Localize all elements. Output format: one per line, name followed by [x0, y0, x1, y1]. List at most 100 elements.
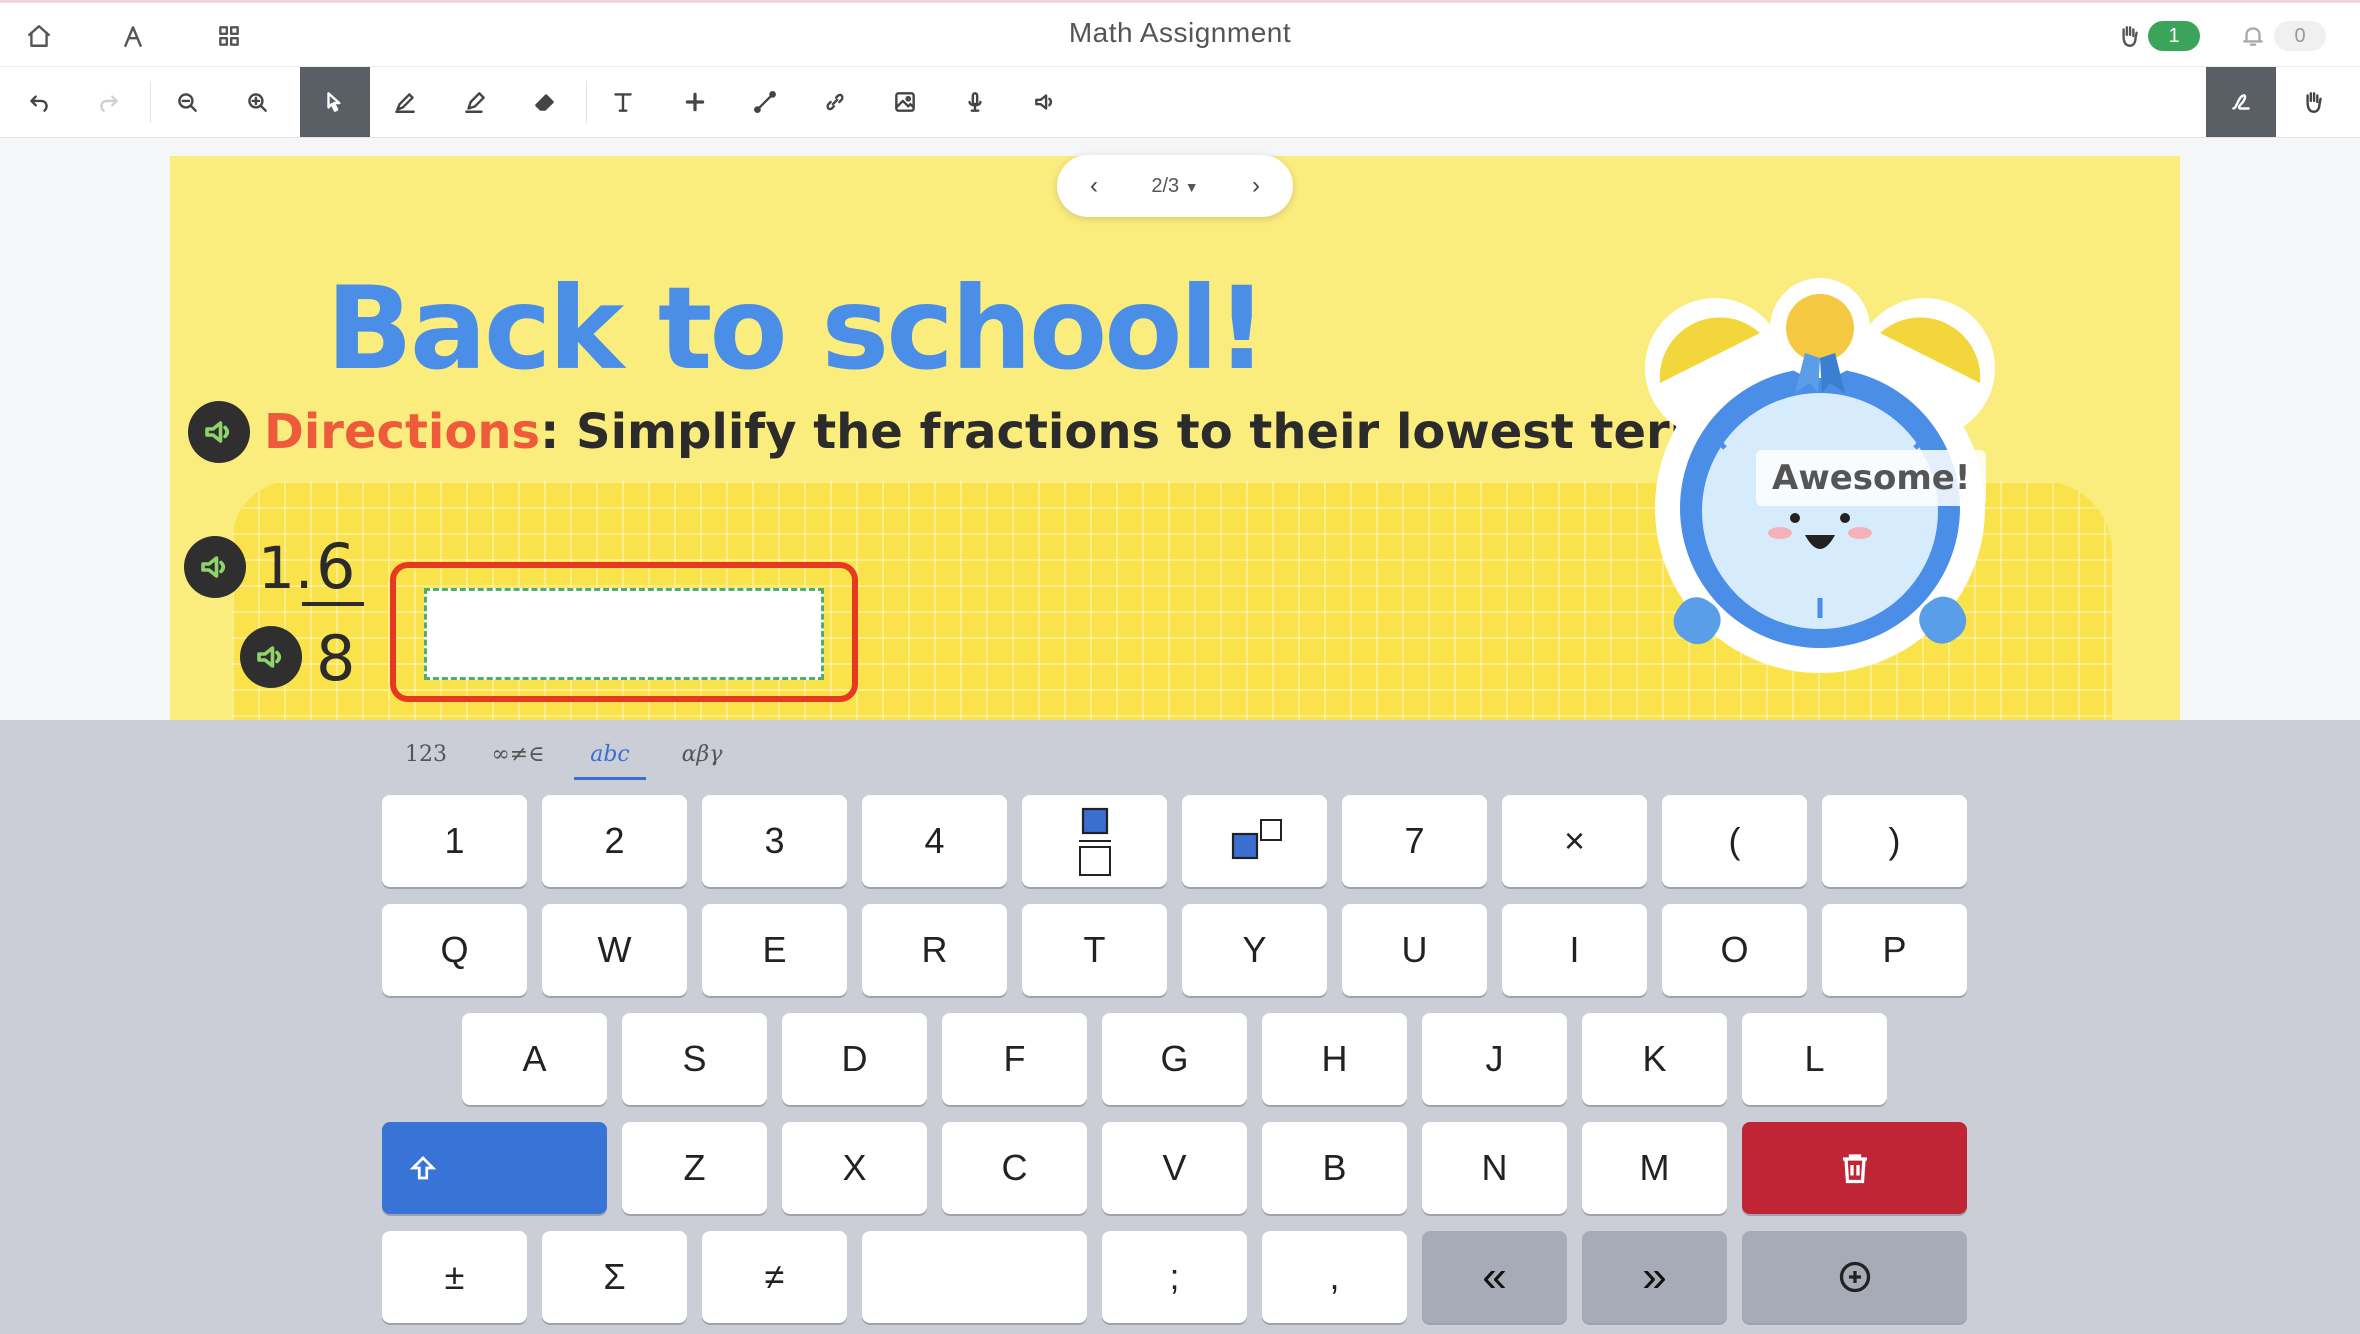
add-icon[interactable] — [660, 67, 730, 137]
key-o[interactable]: O — [1662, 904, 1807, 996]
tab-greek[interactable]: αβγ — [656, 732, 748, 780]
key-comma[interactable]: , — [1262, 1231, 1407, 1323]
tab-symbols[interactable]: ∞≠∈ — [472, 732, 564, 780]
key-p[interactable]: P — [1822, 904, 1967, 996]
key-fraction[interactable] — [1022, 795, 1167, 887]
tab-letters[interactable]: abc — [564, 732, 656, 780]
fraction-icon — [1078, 807, 1111, 876]
key-k[interactable]: K — [1582, 1013, 1727, 1105]
key-t[interactable]: T — [1022, 904, 1167, 996]
key-l[interactable]: L — [1742, 1013, 1887, 1105]
key-x[interactable]: X — [782, 1122, 927, 1214]
previous-page-icon[interactable]: ‹ — [1079, 172, 1109, 200]
question-speaker-icon[interactable] — [184, 536, 246, 598]
key-c[interactable]: C — [942, 1122, 1087, 1214]
question-number: 1. — [258, 534, 314, 602]
directions-label: Directions — [264, 404, 541, 460]
key-v[interactable]: V — [1102, 1122, 1247, 1214]
shift-arrow-icon — [409, 1156, 437, 1180]
link-icon[interactable] — [800, 67, 870, 137]
key-y[interactable]: Y — [1182, 904, 1327, 996]
fraction-bar — [302, 602, 364, 606]
key-b[interactable]: B — [1262, 1122, 1407, 1214]
key-q[interactable]: Q — [382, 904, 527, 996]
key-s[interactable]: S — [622, 1013, 767, 1105]
text-icon[interactable] — [588, 67, 658, 137]
microphone-icon[interactable] — [940, 67, 1010, 137]
slide-heading: Back to school! — [326, 262, 1268, 395]
key-u[interactable]: U — [1342, 904, 1487, 996]
key-f[interactable]: F — [942, 1013, 1087, 1105]
chevron-down-icon: ▼ — [1184, 178, 1199, 195]
eraser-icon[interactable] — [510, 67, 580, 137]
canvas-area: ‹ 2/3 ▼ › Back to school! Directions: Si… — [0, 138, 2360, 720]
fraction-denominator: 8 — [316, 622, 356, 695]
key-d[interactable]: D — [782, 1013, 927, 1105]
key-plus-minus[interactable]: ± — [382, 1231, 527, 1323]
key-m[interactable]: M — [1582, 1122, 1727, 1214]
key-exponent[interactable] — [1182, 795, 1327, 887]
key-2[interactable]: 2 — [542, 795, 687, 887]
notification-bell-icon[interactable] — [2234, 17, 2272, 55]
page-indicator: 2/3 — [1151, 174, 1180, 197]
key-close-paren[interactable]: ) — [1822, 795, 1967, 887]
key-1[interactable]: 1 — [382, 795, 527, 887]
cursor-left-button[interactable]: « — [1422, 1231, 1567, 1323]
highlighter-icon[interactable] — [440, 67, 510, 137]
math-keyboard: 123 ∞≠∈ abc αβγ 1 2 3 4 7 × ( ) Q W E R … — [0, 720, 2360, 1334]
toolbar-divider — [150, 81, 151, 123]
add-more-button[interactable] — [1742, 1231, 1967, 1323]
line-icon[interactable] — [730, 67, 800, 137]
key-multiply[interactable]: × — [1502, 795, 1647, 887]
pen-icon[interactable] — [370, 67, 440, 137]
directions-text: Directions: Simplify the fractions to th… — [264, 404, 1766, 460]
fraction-numerator: 6 — [316, 530, 356, 603]
select-icon[interactable] — [300, 67, 370, 137]
toolbar-divider — [586, 81, 587, 123]
key-semicolon[interactable]: ; — [1102, 1231, 1247, 1323]
next-page-icon[interactable]: › — [1241, 172, 1271, 200]
key-sum[interactable]: Σ — [542, 1231, 687, 1323]
key-not-equal[interactable]: ≠ — [702, 1231, 847, 1323]
space-key[interactable] — [862, 1231, 1087, 1323]
handwriting-icon[interactable] — [2206, 67, 2276, 137]
image-icon[interactable] — [870, 67, 940, 137]
shift-button[interactable] — [382, 1122, 607, 1214]
redo-icon[interactable] — [74, 67, 144, 137]
key-j[interactable]: J — [1422, 1013, 1567, 1105]
key-7[interactable]: 7 — [1342, 795, 1487, 887]
exponent-icon — [1231, 819, 1282, 860]
key-a[interactable]: A — [462, 1013, 607, 1105]
key-w[interactable]: W — [542, 904, 687, 996]
cursor-right-button[interactable]: » — [1582, 1231, 1727, 1323]
zoom-out-icon[interactable] — [152, 67, 222, 137]
zoom-in-icon[interactable] — [222, 67, 292, 137]
key-h[interactable]: H — [1262, 1013, 1407, 1105]
key-z[interactable]: Z — [622, 1122, 767, 1214]
key-open-paren[interactable]: ( — [1662, 795, 1807, 887]
tab-numbers[interactable]: 123 — [380, 732, 472, 780]
key-i[interactable]: I — [1502, 904, 1647, 996]
top-bar: Math Assignment 1 0 — [0, 0, 2360, 66]
delete-button[interactable] — [1742, 1122, 1967, 1214]
page-selector[interactable]: 2/3 ▼ — [1151, 175, 1198, 198]
key-3[interactable]: 3 — [702, 795, 847, 887]
awesome-badge: Awesome! — [1756, 450, 1987, 506]
key-r[interactable]: R — [862, 904, 1007, 996]
key-n[interactable]: N — [1422, 1122, 1567, 1214]
raise-hand-icon[interactable] — [2110, 17, 2148, 55]
page-title: Math Assignment — [1068, 17, 1292, 48]
notification-count: 0 — [2274, 21, 2326, 51]
keyboard-tabs: 123 ∞≠∈ abc αβγ — [380, 732, 748, 780]
toolbar — [0, 66, 2360, 138]
undo-icon[interactable] — [4, 67, 74, 137]
speaker-icon[interactable] — [1010, 67, 1080, 137]
key-e[interactable]: E — [702, 904, 847, 996]
page-navigator: ‹ 2/3 ▼ › — [1057, 155, 1293, 217]
answer-input[interactable] — [424, 588, 824, 680]
denominator-speaker-icon[interactable] — [240, 626, 302, 688]
directions-speaker-icon[interactable] — [188, 401, 250, 463]
key-4[interactable]: 4 — [862, 795, 1007, 887]
key-g[interactable]: G — [1102, 1013, 1247, 1105]
hand-icon[interactable] — [2278, 67, 2348, 137]
